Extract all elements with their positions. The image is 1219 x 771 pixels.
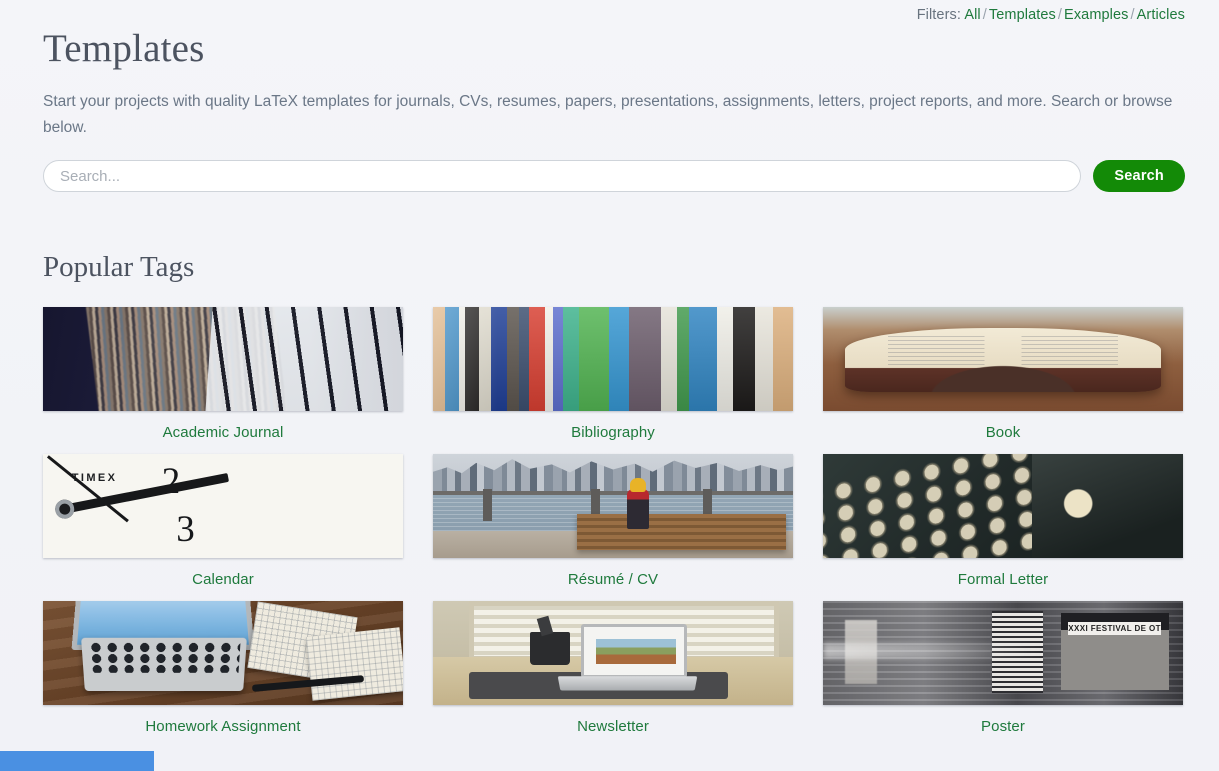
tag-thumbnail bbox=[823, 454, 1183, 558]
poster-festival-band: XXXI FESTIVAL DE OT bbox=[1067, 621, 1162, 636]
pen-cup bbox=[530, 632, 570, 666]
tag-thumbnail bbox=[43, 601, 403, 705]
city-skyline-bench-image bbox=[433, 454, 793, 558]
tag-card-poster[interactable]: XXXI FESTIVAL DE OT Poster bbox=[823, 601, 1183, 735]
search-input[interactable] bbox=[43, 160, 1082, 192]
laptop-notebooks-image bbox=[43, 601, 403, 705]
tag-card-homework-assignment[interactable]: Homework Assignment bbox=[43, 601, 403, 735]
laptop-screen bbox=[580, 623, 688, 678]
tag-label: Homework Assignment bbox=[145, 718, 301, 735]
tag-thumbnail: TIMEX 2 3 bbox=[43, 454, 403, 558]
tag-thumbnail bbox=[433, 601, 793, 705]
tag-thumbnail: XXXI FESTIVAL DE OT bbox=[823, 601, 1183, 705]
laptop-window-desk-image bbox=[433, 601, 793, 705]
page-description: Start your projects with quality LaTeX t… bbox=[43, 93, 1173, 136]
main-content: Templates Start your projects with quali… bbox=[43, 0, 1185, 735]
tag-thumbnail bbox=[43, 307, 403, 411]
tag-card-newsletter[interactable]: Newsletter bbox=[433, 601, 793, 735]
tag-thumbnail bbox=[433, 454, 793, 558]
popular-tags-grid: Academic Journal Bibliography Book TIMEX… bbox=[43, 307, 1185, 735]
railing-post bbox=[483, 489, 493, 521]
search-row: Search bbox=[43, 160, 1185, 192]
tag-card-calendar[interactable]: TIMEX 2 3 Calendar bbox=[43, 454, 403, 588]
poster-wall-image: XXXI FESTIVAL DE OT bbox=[823, 601, 1183, 705]
clock-face-image: TIMEX 2 3 bbox=[43, 454, 403, 558]
laptop-keyboard bbox=[80, 638, 247, 692]
tag-thumbnail bbox=[823, 307, 1183, 411]
templates-page: Filters: All / Templates / Examples / Articles… bbox=[0, 0, 1219, 771]
tag-label: Formal Letter bbox=[957, 571, 1049, 588]
tag-label: Résumé / CV bbox=[567, 571, 659, 588]
library-bookshelves-image bbox=[43, 307, 403, 411]
tag-label: Academic Journal bbox=[162, 424, 284, 441]
tag-label: Newsletter bbox=[577, 718, 649, 735]
tag-label: Poster bbox=[981, 718, 1025, 735]
page-title: Templates bbox=[43, 27, 205, 70]
book-spines-image bbox=[433, 307, 793, 411]
tag-thumbnail bbox=[433, 307, 793, 411]
tag-card-resume-cv[interactable]: Résumé / CV bbox=[433, 454, 793, 588]
motion-blur-streak bbox=[823, 642, 1183, 660]
notebook bbox=[306, 627, 403, 702]
search-button[interactable]: Search bbox=[1093, 160, 1185, 192]
tag-label: Bibliography bbox=[571, 424, 655, 441]
tag-card-formal-letter[interactable]: Formal Letter bbox=[823, 454, 1183, 588]
bottom-left-blue-bar[interactable] bbox=[0, 751, 154, 771]
typewriter-keys-image bbox=[823, 454, 1183, 558]
seated-person bbox=[627, 478, 650, 530]
popular-tags-heading: Popular Tags bbox=[43, 251, 195, 283]
clock-numeral-3: 3 bbox=[176, 509, 195, 551]
open-book-image bbox=[823, 307, 1183, 411]
tag-card-bibliography[interactable]: Bibliography bbox=[433, 307, 793, 441]
tag-card-book[interactable]: Book bbox=[823, 307, 1183, 441]
laptop-base bbox=[557, 676, 698, 690]
bench bbox=[577, 514, 786, 550]
tag-label: Book bbox=[985, 424, 1021, 441]
tag-label: Calendar bbox=[192, 571, 254, 588]
tag-card-academic-journal[interactable]: Academic Journal bbox=[43, 307, 403, 441]
